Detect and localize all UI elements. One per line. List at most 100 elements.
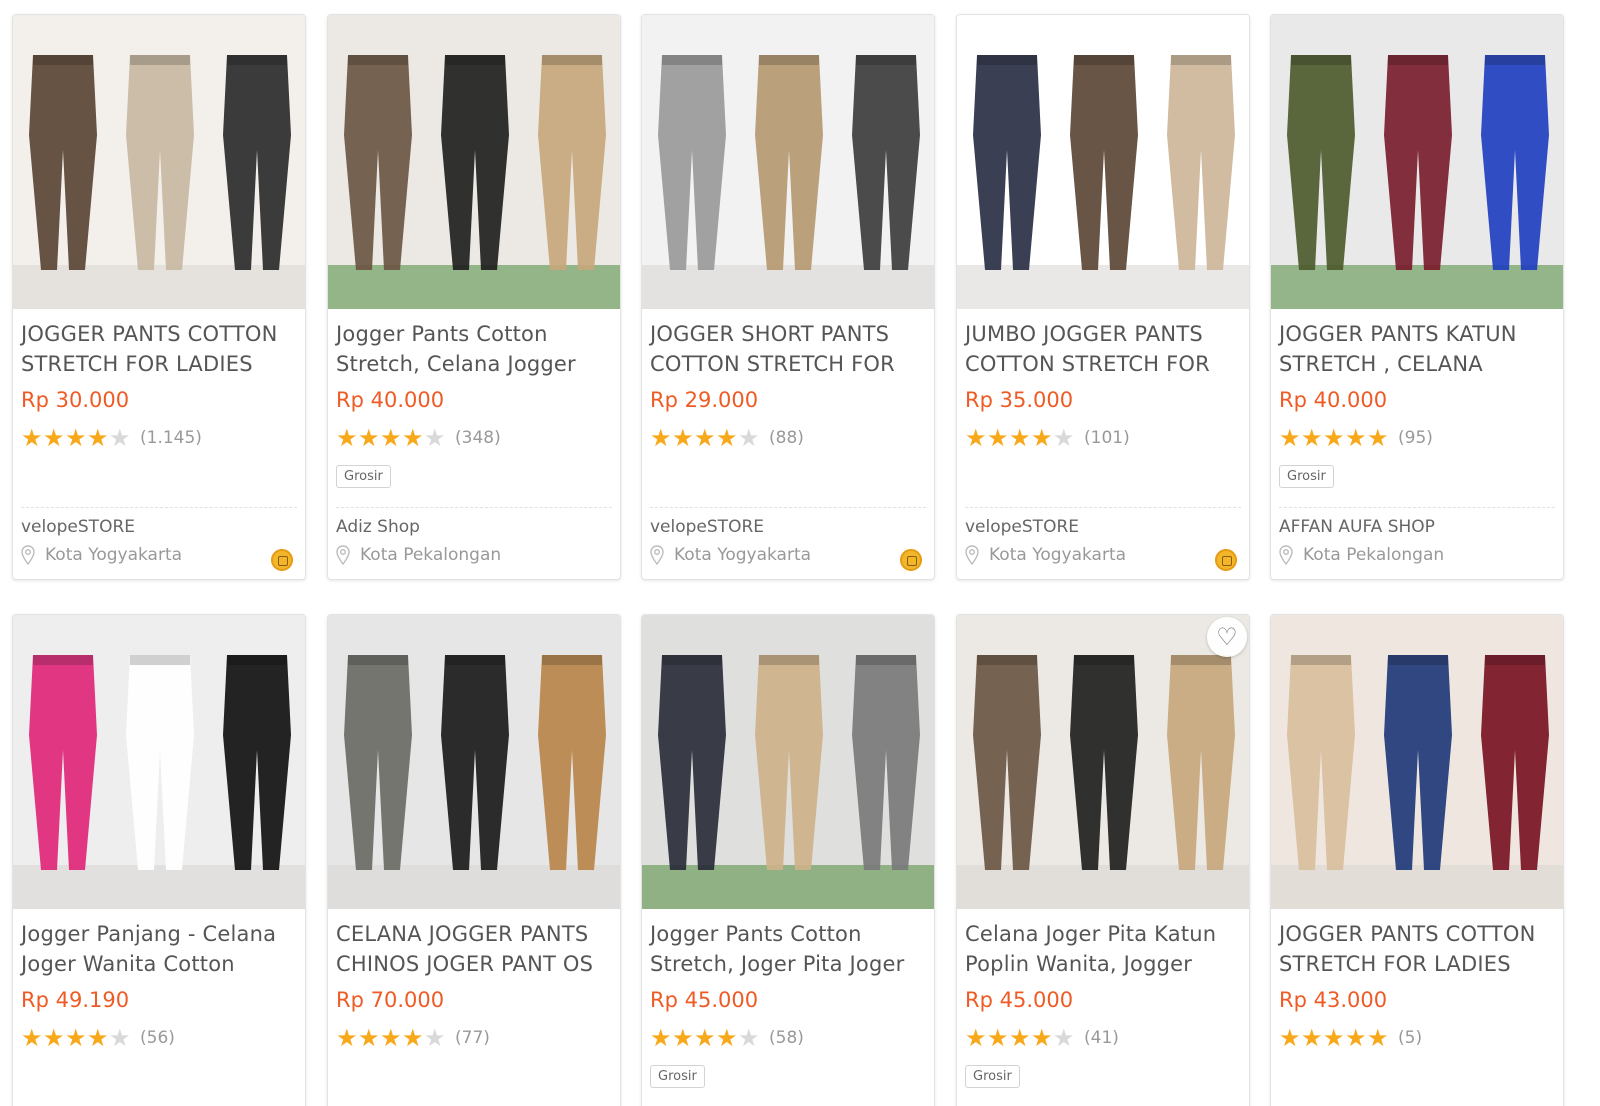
- product-card[interactable]: JOGGER PANTS COTTON STRETCH FOR LADIES R…: [12, 14, 306, 580]
- star-icon: ★: [65, 424, 87, 452]
- product-price: Rp 40.000: [1279, 388, 1388, 412]
- star-icon: ★: [43, 1024, 65, 1052]
- star-icon: ★: [380, 424, 402, 452]
- star-icon: ★: [1031, 424, 1053, 452]
- product-image[interactable]: [13, 15, 305, 309]
- wishlist-heart-icon[interactable]: ♡: [1207, 617, 1247, 657]
- product-card[interactable]: CELANA JOGGER PANTS CHINOS JOGER PANT OS…: [327, 614, 621, 1106]
- star-icon: ★: [672, 424, 694, 452]
- review-count: (1.145): [140, 428, 202, 448]
- product-title[interactable]: Jogger Pants Cotton Stretch, Celana Jogg…: [328, 309, 620, 379]
- star-icon: ★: [1279, 1024, 1301, 1052]
- shop-name[interactable]: velopeSTORE: [965, 517, 1079, 537]
- product-title[interactable]: JOGGER PANTS KATUN STRETCH , CELANA: [1271, 309, 1563, 379]
- star-icon: ★: [1345, 424, 1367, 452]
- product-title[interactable]: JOGGER PANTS COTTON STRETCH FOR LADIES: [13, 309, 305, 379]
- star-icon: ★: [358, 1024, 380, 1052]
- shop-location: Kota Yogyakarta: [21, 545, 183, 566]
- star-icon: ★: [65, 1024, 87, 1052]
- product-photo: [957, 615, 1249, 909]
- product-price: Rp 30.000: [21, 388, 130, 412]
- shop-location: Kota Pekalongan: [1279, 545, 1444, 566]
- location-text: Kota Pekalongan: [360, 545, 502, 565]
- star-icon: ★: [21, 1024, 43, 1052]
- product-card[interactable]: JOGGER SHORT PANTS COTTON STRETCH FOR Rp…: [641, 14, 935, 580]
- star-icon: ★: [1301, 1024, 1323, 1052]
- star-icon: ★: [336, 1024, 358, 1052]
- product-rating: ★ ★ ★ ★ ★ (77): [328, 1013, 620, 1051]
- product-rating: ★ ★ ★ ★ ★ (101): [957, 413, 1249, 451]
- product-title[interactable]: JOGGER PANTS COTTON STRETCH FOR LADIES: [1271, 909, 1563, 979]
- star-icon: ★: [1301, 424, 1323, 452]
- product-title[interactable]: JUMBO JOGGER PANTS COTTON STRETCH FOR: [957, 309, 1249, 379]
- product-title[interactable]: JOGGER SHORT PANTS COTTON STRETCH FOR: [642, 309, 934, 379]
- star-icon: ★: [21, 424, 43, 452]
- rating-stars: ★ ★ ★ ★ ★: [21, 1024, 131, 1052]
- product-image[interactable]: [13, 615, 305, 909]
- star-icon: ★: [1323, 1024, 1345, 1052]
- product-rating: ★ ★ ★ ★ ★ (95): [1271, 413, 1563, 451]
- location-text: Kota Yogyakarta: [45, 545, 183, 565]
- product-card[interactable]: Jogger Pants Cotton Stretch, Celana Jogg…: [327, 14, 621, 580]
- product-title[interactable]: CELANA JOGGER PANTS CHINOS JOGER PANT OS: [328, 909, 620, 979]
- product-image[interactable]: [642, 15, 934, 309]
- product-card[interactable]: Jogger Pants Cotton Stretch, Joger Pita …: [641, 614, 935, 1106]
- star-icon: ★: [336, 424, 358, 452]
- product-image[interactable]: [328, 15, 620, 309]
- grosir-badge: Grosir: [965, 1065, 1020, 1088]
- star-icon: ★: [1279, 424, 1301, 452]
- product-price: Rp 40.000: [336, 388, 445, 412]
- product-card[interactable]: JOGGER PANTS KATUN STRETCH , CELANA Rp 4…: [1270, 14, 1564, 580]
- star-icon: ★: [987, 1024, 1009, 1052]
- star-icon: ★: [109, 1024, 131, 1052]
- location-pin-icon: [965, 545, 979, 566]
- location-text: Kota Yogyakarta: [674, 545, 812, 565]
- gold-merchant-icon: [1215, 549, 1237, 571]
- shop-name[interactable]: Adiz Shop: [336, 517, 420, 537]
- product-price: Rp 45.000: [650, 988, 759, 1012]
- product-rating: ★ ★ ★ ★ ★ (58): [642, 1013, 934, 1051]
- star-icon: ★: [650, 424, 672, 452]
- shop-name[interactable]: AFFAN AUFA SHOP: [1279, 517, 1435, 537]
- rating-stars: ★ ★ ★ ★ ★: [1279, 424, 1389, 452]
- grosir-badge: Grosir: [1279, 465, 1334, 488]
- card-divider: [21, 507, 297, 508]
- product-card[interactable]: JOGGER PANTS COTTON STRETCH FOR LADIES R…: [1270, 614, 1564, 1106]
- shop-name[interactable]: velopeSTORE: [650, 517, 764, 537]
- product-rating: ★ ★ ★ ★ ★ (1.145): [13, 413, 305, 451]
- product-photo: [1271, 15, 1563, 309]
- product-title[interactable]: Jogger Pants Cotton Stretch, Joger Pita …: [642, 909, 934, 979]
- product-photo: [328, 615, 620, 909]
- product-photo: [1271, 615, 1563, 909]
- review-count: (88): [769, 428, 804, 448]
- star-icon: ★: [424, 1024, 446, 1052]
- star-icon: ★: [1053, 1024, 1075, 1052]
- star-icon: ★: [716, 424, 738, 452]
- product-image[interactable]: [642, 615, 934, 909]
- star-icon: ★: [738, 1024, 760, 1052]
- star-icon: ★: [738, 424, 760, 452]
- review-count: (56): [140, 1028, 175, 1048]
- product-photo: [328, 15, 620, 309]
- product-card[interactable]: JUMBO JOGGER PANTS COTTON STRETCH FOR Rp…: [956, 14, 1250, 580]
- product-title[interactable]: Jogger Panjang - Celana Joger Wanita Cot…: [13, 909, 305, 979]
- product-card[interactable]: ♡ Celana Joger Pita Katun Poplin Wanita,…: [956, 614, 1250, 1106]
- product-image[interactable]: [1271, 615, 1563, 909]
- product-photo: [957, 15, 1249, 309]
- product-title[interactable]: Celana Joger Pita Katun Poplin Wanita, J…: [957, 909, 1249, 979]
- shop-location: Kota Yogyakarta: [650, 545, 812, 566]
- product-image[interactable]: [957, 615, 1249, 909]
- product-rating: ★ ★ ★ ★ ★ (348): [328, 413, 620, 451]
- product-card[interactable]: Jogger Panjang - Celana Joger Wanita Cot…: [12, 614, 306, 1106]
- product-price: Rp 70.000: [336, 988, 445, 1012]
- product-photo: [642, 15, 934, 309]
- product-image[interactable]: [1271, 15, 1563, 309]
- product-image[interactable]: [957, 15, 1249, 309]
- star-icon: ★: [672, 1024, 694, 1052]
- star-icon: ★: [716, 1024, 738, 1052]
- rating-stars: ★ ★ ★ ★ ★: [336, 1024, 446, 1052]
- location-pin-icon: [650, 545, 664, 566]
- shop-name[interactable]: velopeSTORE: [21, 517, 135, 537]
- product-image[interactable]: [328, 615, 620, 909]
- product-price: Rp 45.000: [965, 988, 1074, 1012]
